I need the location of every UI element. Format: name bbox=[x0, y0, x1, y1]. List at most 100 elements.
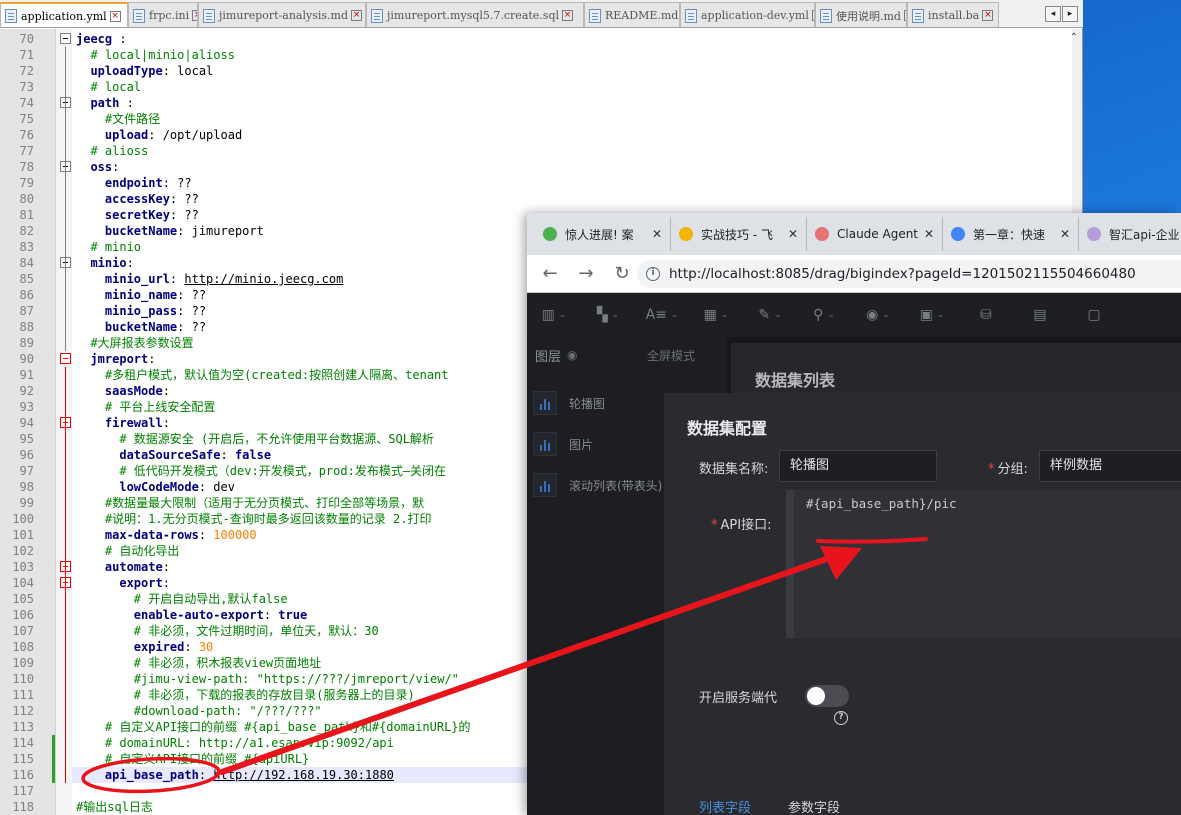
reload-icon[interactable]: ↻ bbox=[609, 261, 635, 287]
code-token: minio_url bbox=[76, 272, 170, 286]
eye-icon[interactable]: ◉ bbox=[567, 348, 577, 362]
code-line: dataSourceSafe: false bbox=[76, 447, 271, 463]
browser-tab[interactable]: 实战技巧 - 飞 ✕ bbox=[671, 217, 807, 251]
site-info-icon[interactable]: i bbox=[646, 267, 660, 281]
code-token: # 自定义API接口的前缀 #{api_base_path}和#{domainU… bbox=[76, 720, 471, 734]
save-icon-glyph: ▤ bbox=[1033, 307, 1047, 323]
code-line: enable-auto-export: true bbox=[76, 607, 307, 623]
code-line: # 非必须，文件过期时间，单位天，默认：30 bbox=[76, 623, 379, 639]
fullscreen-toggle[interactable]: 全屏模式 bbox=[647, 347, 695, 364]
line-number: 101 bbox=[12, 528, 34, 542]
favicon-icon bbox=[679, 227, 693, 241]
database-icon[interactable]: ⛁ bbox=[959, 293, 1013, 337]
save-icon[interactable]: ▤ bbox=[1013, 293, 1067, 337]
tab-scroll-left-button[interactable]: ◂ bbox=[1045, 6, 1061, 22]
edit-icon[interactable]: ✎ ⌄ bbox=[743, 293, 797, 337]
file-tab[interactable]: jimureport.mysql5.7.create.sql × bbox=[366, 2, 584, 27]
code-line: uploadType: local bbox=[76, 63, 213, 79]
code-line: # local|minio|alioss bbox=[76, 47, 235, 63]
tab-scroll-right-button[interactable]: ▸ bbox=[1062, 6, 1078, 22]
code-token: api_base_path bbox=[76, 768, 199, 782]
browser-tab[interactable]: 惊人进展! 案 ✕ bbox=[535, 217, 671, 251]
code-line: # 自定义API接口的前缀 #{api_base_path}和#{domainU… bbox=[76, 719, 471, 735]
record-icon[interactable]: ◉ ⌄ bbox=[851, 293, 905, 337]
address-bar[interactable]: i http://localhost:8085/drag/bigindex?pa… bbox=[637, 260, 1181, 288]
forward-arrow-icon[interactable]: → bbox=[573, 261, 599, 287]
grid-icon[interactable]: ▣ ⌄ bbox=[905, 293, 959, 337]
brush-icon[interactable]: ▚ ⌄ bbox=[581, 293, 635, 337]
close-icon[interactable]: ✕ bbox=[788, 227, 798, 241]
close-icon[interactable]: × bbox=[109, 10, 121, 22]
chevron-down-icon: ⌄ bbox=[720, 310, 729, 320]
close-icon[interactable]: ✕ bbox=[652, 227, 662, 241]
tab-param-fields[interactable]: 参数字段 bbox=[788, 797, 840, 815]
close-icon[interactable]: × bbox=[350, 10, 362, 21]
file-tab[interactable]: install.ba × bbox=[907, 2, 999, 27]
code-token: #多租户模式，默认值为空(created:按照创建人隔离、tenant bbox=[76, 368, 449, 382]
code-token: minio bbox=[76, 256, 127, 270]
file-tab[interactable]: 使用说明.md× bbox=[815, 2, 907, 27]
code-token: : bbox=[148, 352, 156, 366]
server-proxy-toggle[interactable] bbox=[805, 685, 849, 707]
line-number: 105 bbox=[12, 592, 34, 606]
file-tab[interactable]: application-dev.yml× bbox=[680, 2, 815, 27]
dataset-list-title: 数据集列表 bbox=[755, 371, 836, 390]
tab-list-fields[interactable]: 列表字段 bbox=[699, 797, 751, 815]
table-icon[interactable]: ▦ ⌄ bbox=[689, 293, 743, 337]
back-arrow-icon[interactable]: ← bbox=[537, 261, 563, 287]
file-icon bbox=[912, 8, 924, 23]
code-line: # 非必须，下载的报表的存放目录(服务器上的目录) bbox=[76, 687, 415, 703]
code-token: saasMode bbox=[76, 384, 163, 398]
api-url-textarea[interactable]: #{api_base_path}/pic bbox=[786, 490, 1181, 638]
fold-toggle-icon[interactable] bbox=[60, 353, 71, 364]
line-number: 117 bbox=[12, 784, 34, 798]
chevron-down-icon: ⌄ bbox=[611, 310, 620, 320]
file-icon bbox=[133, 8, 145, 23]
close-icon[interactable]: × bbox=[562, 10, 574, 21]
fold-toggle-icon[interactable] bbox=[60, 33, 71, 44]
favicon-icon bbox=[1087, 227, 1101, 241]
code-line: bucketName: jimureport bbox=[76, 223, 264, 239]
group-select[interactable]: 样例数据 bbox=[1039, 450, 1181, 482]
browser-tab-title: 第一章：快速 bbox=[973, 227, 1046, 242]
line-number: 82 bbox=[19, 224, 34, 238]
code-token: automate bbox=[76, 560, 163, 574]
browser-tab[interactable]: 第一章：快速 ✕ bbox=[943, 217, 1079, 251]
browser-nav-bar: ← → ↻ i http://localhost:8085/drag/bigin… bbox=[527, 255, 1181, 293]
code-line: # 低代码开发模式（dev:开发模式，prod:发布模式—关闭在 bbox=[76, 463, 446, 479]
text-icon[interactable]: A≡ ⌄ bbox=[635, 293, 689, 337]
code-token: : bbox=[198, 528, 214, 542]
file-tab[interactable]: application.yml × bbox=[0, 2, 128, 27]
file-icon bbox=[371, 8, 383, 23]
code-line: minio_url: http://minio.jeecg.com bbox=[76, 271, 343, 287]
chevron-down-icon: ⌄ bbox=[882, 310, 890, 320]
report-designer-app: ▥ ⌄ ▚ ⌄ A≡ ⌄ ▦ ⌄ ✎ ⌄ ⚲ ⌄ ◉ ⌄ ▣ ⌄ ⛁ ▤ ▢ 图层 ◉ 全屏模式 轮播图 图片 滚动列表… bbox=[527, 293, 1181, 815]
browser-tab[interactable]: Claude Agent ✕ bbox=[807, 217, 943, 251]
fold-guide-active bbox=[65, 367, 66, 783]
line-number: 79 bbox=[19, 176, 34, 190]
dataset-name-input[interactable]: 轮播图 bbox=[779, 450, 937, 482]
chart-icon[interactable]: ▥ ⌄ bbox=[527, 293, 581, 337]
file-tab[interactable]: jimureport-analysis.md × bbox=[198, 2, 366, 27]
code-line: upload: /opt/upload bbox=[76, 127, 242, 143]
code-token: : bbox=[162, 384, 170, 398]
line-number: 102 bbox=[12, 544, 34, 558]
file-tab[interactable]: frpc.ini× bbox=[128, 2, 198, 27]
line-number: 92 bbox=[19, 384, 34, 398]
code-line: # 开启自动导出,默认false bbox=[76, 591, 288, 607]
more-icon[interactable]: ▢ bbox=[1067, 293, 1121, 337]
code-line: # minio bbox=[76, 239, 141, 255]
line-number: 98 bbox=[19, 480, 34, 494]
code-token: : local bbox=[162, 64, 214, 78]
file-tab[interactable]: README.md× bbox=[584, 2, 680, 27]
dialog-title: 数据集配置 bbox=[687, 419, 768, 438]
close-icon[interactable]: ✕ bbox=[1060, 227, 1070, 241]
code-line: # domainURL: http://a1.esap.vip:9092/api bbox=[76, 735, 394, 751]
map-pin-icon[interactable]: ⚲ ⌄ bbox=[797, 293, 851, 337]
close-icon[interactable]: ✕ bbox=[924, 227, 934, 241]
browser-tab[interactable]: 智汇api-企业✕ bbox=[1079, 217, 1181, 251]
file-tab-label: 使用说明.md bbox=[836, 9, 901, 23]
scroll-up-arrow-icon[interactable]: ⌃ bbox=[1070, 32, 1078, 43]
help-icon[interactable]: ? bbox=[834, 711, 848, 725]
close-icon[interactable]: × bbox=[982, 10, 994, 21]
